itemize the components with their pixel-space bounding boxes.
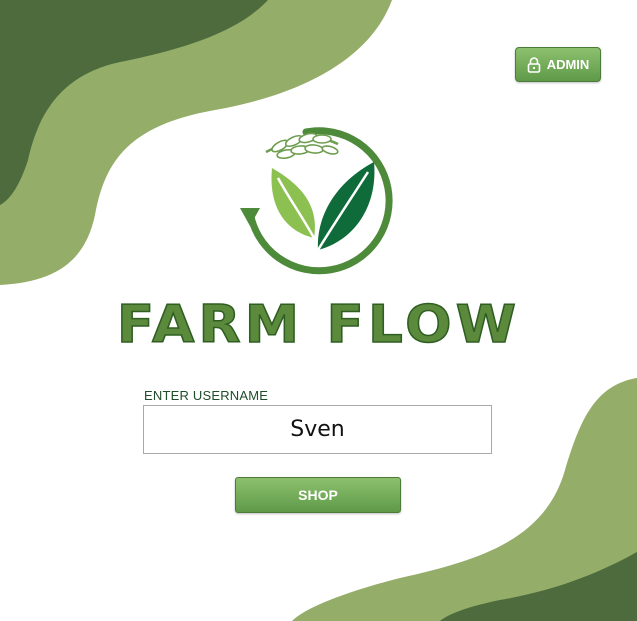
shop-button[interactable]: SHOP <box>235 477 401 513</box>
lock-icon <box>527 56 541 73</box>
app-title: FARM FLOW <box>116 294 521 356</box>
leaf-wheat-logo-icon <box>240 127 393 275</box>
username-label: ENTER USERNAME <box>144 388 269 403</box>
admin-button-label: ADMIN <box>546 57 590 72</box>
username-input[interactable] <box>143 405 492 454</box>
admin-button[interactable]: ADMIN <box>515 47 601 82</box>
